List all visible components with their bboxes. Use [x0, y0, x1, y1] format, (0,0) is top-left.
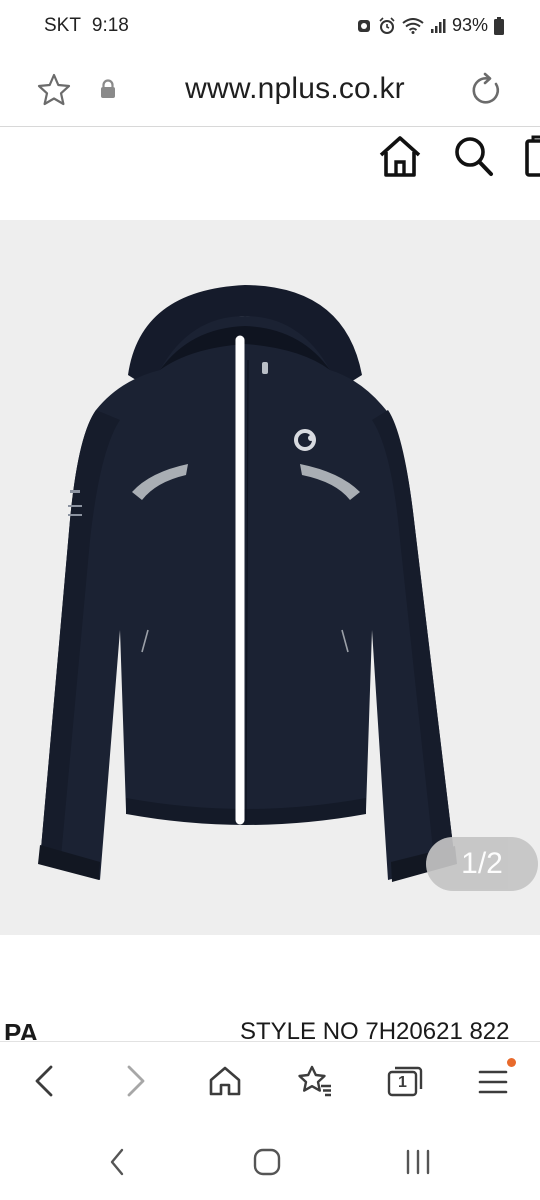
status-left: SKT 9:18 — [44, 15, 129, 37]
lock-icon — [98, 78, 118, 100]
image-counter: 1/2 — [426, 837, 538, 891]
wifi-icon — [402, 17, 424, 34]
menu-icon — [478, 1058, 516, 1096]
back-icon — [33, 1064, 55, 1098]
system-back-button[interactable] — [92, 1144, 142, 1180]
menu-notification-dot — [507, 1058, 516, 1067]
battery-icon — [494, 16, 504, 35]
home-button[interactable] — [197, 1056, 253, 1106]
system-nav-bar — [0, 1122, 540, 1200]
battery-percent: 93% — [451, 15, 488, 35]
back-button[interactable] — [16, 1056, 72, 1106]
browser-bottom-nav: 1 — [0, 1041, 540, 1122]
forward-button[interactable] — [108, 1056, 164, 1106]
recents-icon — [404, 1149, 432, 1175]
menu-button[interactable] — [466, 1056, 522, 1106]
site-header — [0, 127, 540, 187]
product-image[interactable]: 1/2 — [0, 220, 540, 935]
star-icon[interactable] — [34, 70, 74, 110]
bookmarks-icon — [297, 1064, 333, 1098]
carrier-label: SKT — [44, 15, 81, 36]
home-icon[interactable] — [376, 132, 424, 180]
signal-icon — [430, 18, 446, 34]
status-right: 93% — [356, 15, 504, 36]
status-bar: SKT 9:18 93% — [0, 0, 540, 56]
clock: 9:18 — [91, 15, 129, 36]
tabs-button[interactable]: 1 — [377, 1056, 433, 1106]
system-home-button[interactable] — [242, 1144, 292, 1180]
product-info: PA STYLE NO 7H20621 822 — [0, 1018, 540, 1040]
alarm-app-icon — [356, 18, 372, 34]
address-bar: www.nplus.co.kr — [0, 56, 540, 127]
home-icon — [253, 1148, 281, 1176]
forward-icon — [125, 1064, 147, 1098]
brand-name: PA — [4, 1018, 39, 1040]
tabs-icon: 1 — [387, 1065, 423, 1097]
url-text[interactable]: www.nplus.co.kr — [160, 72, 430, 106]
home-icon — [208, 1065, 242, 1097]
system-recents-button[interactable] — [393, 1144, 443, 1180]
reload-icon[interactable] — [464, 68, 508, 112]
bookmarks-button[interactable] — [287, 1056, 343, 1106]
tab-count: 1 — [398, 1074, 407, 1091]
style-number: STYLE NO 7H20621 822 — [240, 1018, 510, 1040]
search-icon[interactable] — [450, 133, 496, 179]
back-icon — [109, 1148, 125, 1176]
alarm-icon — [378, 16, 396, 35]
jacket-image — [38, 285, 457, 882]
cart-icon[interactable] — [524, 132, 540, 180]
